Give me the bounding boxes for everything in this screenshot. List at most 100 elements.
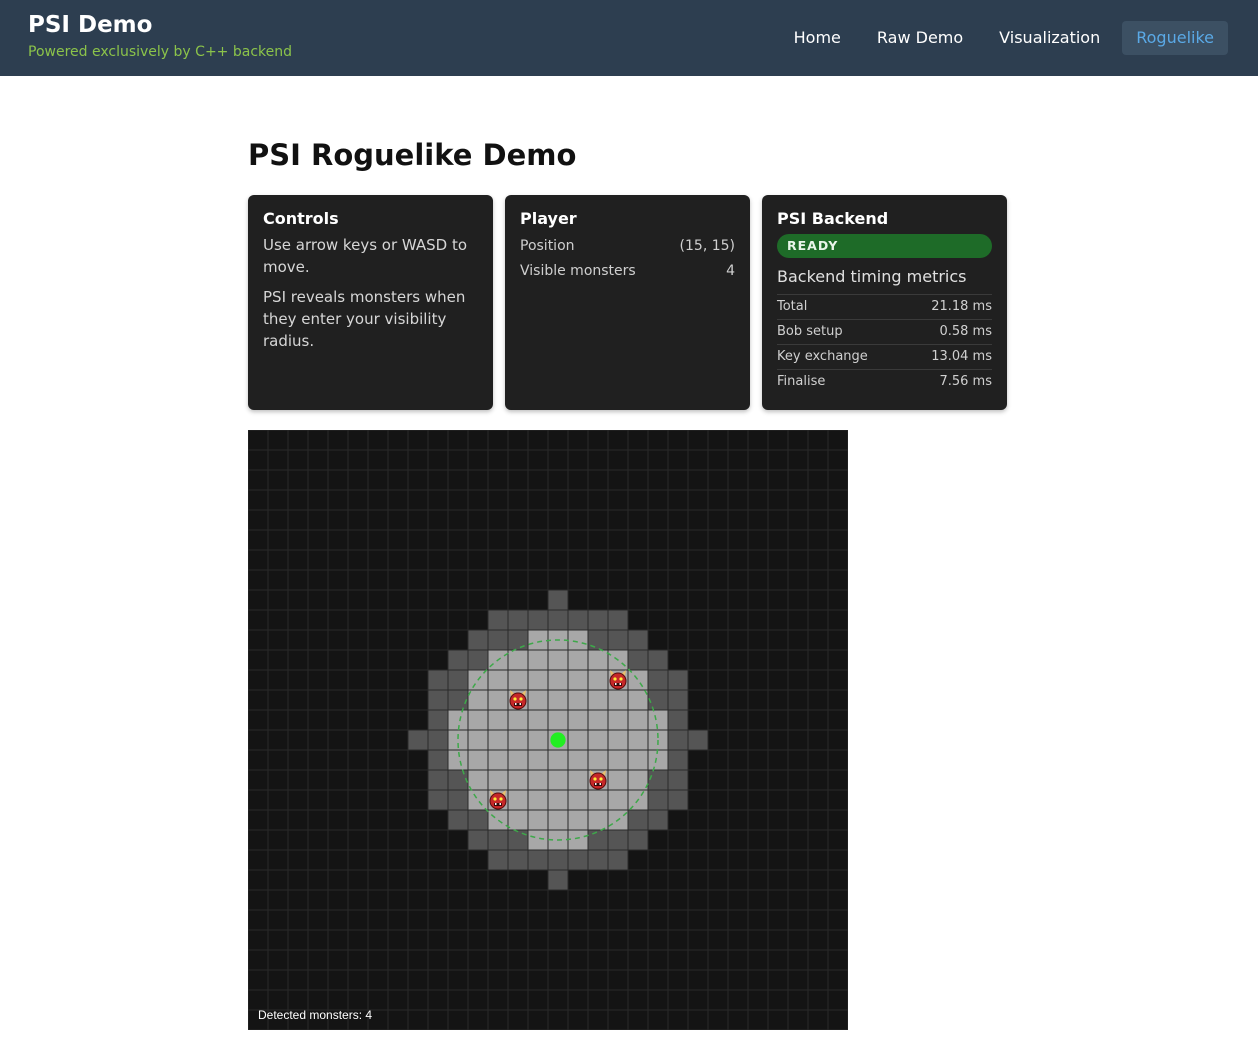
visible-tile — [628, 690, 648, 710]
visible-tile — [468, 730, 488, 750]
page-title: PSI Roguelike Demo — [248, 138, 577, 172]
ogre-icon — [589, 770, 607, 790]
visible-tile — [488, 770, 508, 790]
visible-tile — [548, 710, 568, 730]
visible-tile — [548, 670, 568, 690]
visible-tile — [568, 630, 588, 650]
visible-tile — [588, 810, 608, 830]
map-canvas[interactable] — [248, 430, 848, 1030]
explored-tile — [648, 790, 668, 810]
explored-tile — [488, 630, 508, 650]
visible-tile — [508, 810, 528, 830]
backend-card: PSI Backend READY Backend timing metrics… — [762, 195, 1007, 410]
visible-tile — [468, 710, 488, 730]
visible-tile — [568, 830, 588, 850]
visible-tile — [528, 650, 548, 670]
visible-tile — [608, 770, 628, 790]
player-marker — [550, 732, 566, 748]
explored-tile — [608, 830, 628, 850]
metric-label: Finalise — [777, 374, 826, 389]
metric-row: Bob setup 0.58 ms — [777, 319, 992, 344]
ogre-icon — [609, 670, 627, 690]
explored-tile — [508, 830, 528, 850]
explored-tile — [648, 690, 668, 710]
explored-tile — [608, 850, 628, 870]
nav-home[interactable]: Home — [780, 21, 855, 55]
explored-tile — [508, 630, 528, 650]
explored-tile — [508, 610, 528, 630]
visible-tile — [508, 670, 528, 690]
visible-tile — [628, 750, 648, 770]
visible-tile — [568, 730, 588, 750]
visible-tile — [508, 650, 528, 670]
visible-tile — [628, 730, 648, 750]
explored-tile — [448, 810, 468, 830]
explored-tile — [408, 730, 428, 750]
visible-tile — [548, 750, 568, 770]
controls-heading: Controls — [263, 209, 339, 228]
visible-tile — [448, 750, 468, 770]
explored-tile — [628, 630, 648, 650]
explored-tile — [608, 610, 628, 630]
metric-value: 7.56 ms — [939, 374, 992, 389]
position-value: (15, 15) — [679, 238, 735, 254]
visible-tile — [588, 710, 608, 730]
visible-tile — [568, 690, 588, 710]
visible-tile — [488, 710, 508, 730]
visible-tile — [528, 730, 548, 750]
position-label: Position — [520, 238, 575, 254]
explored-tile — [648, 770, 668, 790]
visible-tile — [528, 710, 548, 730]
metrics-title: Backend timing metrics — [777, 267, 967, 286]
metric-value: 0.58 ms — [939, 324, 992, 339]
explored-tile — [448, 790, 468, 810]
visible-tile — [468, 750, 488, 770]
visible-tile — [568, 790, 588, 810]
visible-tile — [528, 690, 548, 710]
explored-tile — [448, 650, 468, 670]
explored-tile — [668, 690, 688, 710]
visible-tile — [568, 750, 588, 770]
explored-tile — [548, 610, 568, 630]
visible-tile — [508, 790, 528, 810]
visible-monsters-row: Visible monsters 4 — [520, 259, 735, 284]
main-nav: Home Raw Demo Visualization Roguelike — [780, 21, 1228, 55]
player-position-row: Position (15, 15) — [520, 234, 735, 259]
explored-tile — [428, 750, 448, 770]
game-map[interactable]: Detected monsters: 4 — [248, 430, 848, 1030]
controls-psi-note: PSI reveals monsters when they enter you… — [263, 288, 466, 350]
nav-visualization[interactable]: Visualization — [985, 21, 1114, 55]
brand-title[interactable]: PSI Demo — [28, 12, 152, 38]
explored-tile — [528, 850, 548, 870]
visible-tile — [648, 710, 668, 730]
visible-tile — [608, 690, 628, 710]
visible-tile — [508, 750, 528, 770]
explored-tile — [428, 730, 448, 750]
visible-tile — [548, 810, 568, 830]
explored-tile — [468, 830, 488, 850]
nav-raw-demo[interactable]: Raw Demo — [863, 21, 977, 55]
explored-tile — [468, 630, 488, 650]
nav-roguelike[interactable]: Roguelike — [1122, 21, 1228, 55]
visible-tile — [548, 790, 568, 810]
brand-subtitle: Powered exclusively by C++ backend — [28, 44, 292, 60]
explored-tile — [428, 770, 448, 790]
explored-tile — [628, 830, 648, 850]
explored-tile — [588, 830, 608, 850]
visible-tile — [568, 810, 588, 830]
visible-tile — [568, 650, 588, 670]
visible-tile — [588, 670, 608, 690]
explored-tile — [568, 850, 588, 870]
backend-heading: PSI Backend — [777, 209, 889, 228]
visible-tile — [628, 670, 648, 690]
metric-value: 13.04 ms — [931, 349, 992, 364]
status-badge: READY — [777, 234, 992, 258]
explored-tile — [628, 810, 648, 830]
explored-tile — [688, 730, 708, 750]
visible-tile — [508, 730, 528, 750]
visible-tile — [528, 750, 548, 770]
explored-tile — [608, 630, 628, 650]
ogre-icon — [509, 690, 527, 710]
visible-monsters-value: 4 — [726, 263, 735, 279]
visible-tile — [588, 650, 608, 670]
